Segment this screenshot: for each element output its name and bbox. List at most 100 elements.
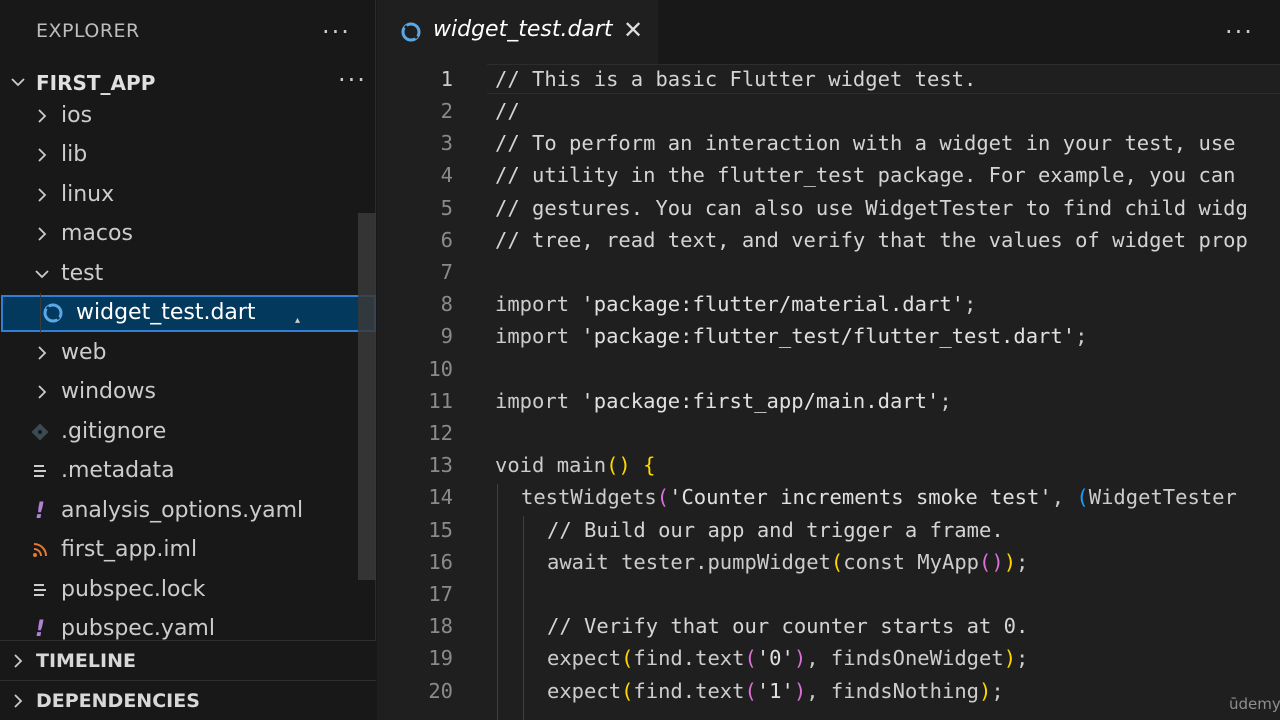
mouse-cursor-icon: ▴	[295, 315, 301, 326]
code-line-3: // To perform an interaction with a widg…	[495, 131, 1236, 155]
comment: // This is a basic Flutter widget test.	[495, 67, 977, 91]
tree-item-label: ios	[61, 103, 93, 128]
tree-item-windows[interactable]: windows	[0, 374, 358, 411]
tree-item-label: widget_test.dart	[76, 300, 256, 325]
code-line-1: // This is a basic Flutter widget test.	[495, 67, 976, 91]
tree-item-test[interactable]: test	[0, 256, 358, 293]
string-literal: 'package:flutter/material.dart'	[581, 292, 965, 316]
tree-item-analysis-options[interactable]: ! analysis_options.yaml	[0, 493, 358, 530]
code-line-11: import 'package:first_app/main.dart';	[495, 389, 952, 413]
tree-item-label: linux	[61, 182, 115, 207]
chevron-right-icon	[14, 694, 23, 708]
code-line-13: void main() {	[495, 453, 656, 477]
sidebar-scrollbar[interactable]	[358, 213, 376, 580]
keyword: import	[495, 389, 570, 413]
code-line-9: import 'package:flutter_test/flutter_tes…	[495, 324, 1088, 348]
code-editor[interactable]: 1 2 3 4 5 6 7 8 9 10 11 12 13 14 15 16 1…	[377, 64, 1280, 720]
code-line-6: // tree, read text, and verify that the …	[495, 228, 1248, 252]
tree-item-linux[interactable]: linux	[0, 177, 358, 214]
function-call: text	[695, 679, 745, 703]
function-call: text	[695, 646, 745, 670]
ellipsis-icon[interactable]: ···	[1225, 20, 1254, 44]
tree-item-lib[interactable]: lib	[0, 137, 358, 174]
variable: tester	[621, 550, 696, 574]
tab-widget-test-dart[interactable]: widget_test.dart ✕	[377, 0, 658, 64]
line-number: 16	[428, 550, 453, 574]
line-number: 11	[428, 389, 453, 413]
tree-item-label: pubspec.yaml	[61, 616, 215, 641]
tree-item-ios[interactable]: ios	[0, 98, 358, 135]
exclamation-icon: !	[34, 498, 46, 524]
timeline-panel-header[interactable]: TIMELINE	[0, 640, 376, 680]
tree-item-label: macos	[61, 221, 133, 246]
ellipsis-icon[interactable]: ···	[322, 20, 351, 44]
tab-bar: widget_test.dart ✕ ···	[377, 0, 1280, 64]
tree-item-web[interactable]: web	[0, 335, 358, 372]
exclamation-icon: !	[34, 616, 46, 642]
chevron-right-icon	[38, 109, 47, 123]
line-number: 15	[428, 518, 453, 542]
tree-item-pubspec-lock[interactable]: pubspec.lock	[0, 572, 358, 609]
indent-guide	[497, 484, 498, 720]
line-number: 18	[428, 614, 453, 638]
comment: // Verify that our counter starts at 0.	[547, 614, 1029, 638]
code-line-20: expect(find.text('1'), findsNothing);	[547, 679, 1004, 703]
tree-item-label: analysis_options.yaml	[61, 498, 304, 523]
line-number: 14	[428, 485, 453, 509]
function-name: main	[556, 453, 607, 477]
chevron-down-icon	[11, 78, 25, 87]
keyword: import	[495, 324, 570, 348]
line-number: 8	[440, 292, 453, 316]
dart-icon	[43, 301, 63, 325]
tree-item-metadata[interactable]: .metadata	[0, 453, 358, 490]
constant: findsNothing	[830, 679, 980, 703]
editor-area: widget_test.dart ✕ ··· 1 2 3 4 5 6 7 8 9…	[377, 0, 1280, 720]
ellipsis-icon[interactable]: ···	[338, 68, 367, 92]
tree-item-label: windows	[61, 379, 156, 404]
function-call: expect	[547, 646, 622, 670]
comment: // utility in the flutter_test package. …	[495, 163, 1236, 187]
tree-item-label: test	[61, 261, 104, 286]
code-line-14: testWidgets('Counter increments smoke te…	[521, 485, 1237, 509]
explorer-title: EXPLORER	[36, 20, 140, 42]
tree-item-label: pubspec.lock	[61, 577, 206, 602]
line-number: 19	[428, 646, 453, 670]
string-literal: 'Counter increments smoke test'	[669, 485, 1052, 509]
close-icon[interactable]: ✕	[623, 18, 643, 42]
udemy-watermark: ūdemy	[1229, 695, 1280, 713]
dependencies-panel-header[interactable]: DEPENDENCIES	[0, 680, 376, 720]
dart-icon	[401, 22, 421, 42]
variable: find	[633, 646, 683, 670]
line-number: 10	[428, 357, 453, 381]
panel-title: TIMELINE	[36, 650, 136, 672]
constant: findsOneWidget	[830, 646, 1004, 670]
line-number: 3	[440, 131, 453, 155]
line-number: 4	[440, 163, 453, 187]
explorer-sidebar: EXPLORER ··· FIRST_APP ··· ios lib linux…	[0, 0, 376, 720]
code-line-16: await tester.pumpWidget(const MyApp());	[547, 550, 1029, 574]
keyword: await	[547, 550, 609, 574]
line-number: 13	[428, 453, 453, 477]
workspace-folder-header[interactable]: FIRST_APP ···	[0, 62, 376, 102]
panel-title: DEPENDENCIES	[36, 690, 200, 712]
type-name: MyApp	[917, 550, 980, 574]
tree-item-macos[interactable]: macos	[0, 216, 358, 253]
chevron-down-icon	[35, 270, 49, 279]
comment: // gestures. You can also use WidgetTest…	[495, 196, 1248, 220]
line-number: 2	[440, 99, 453, 123]
tab-label: widget_test.dart	[433, 17, 613, 42]
chevron-right-icon	[38, 346, 47, 360]
comment: // To perform an interaction with a widg…	[495, 131, 1236, 155]
tree-item-widget-test-dart[interactable]: widget_test.dart ▴	[1, 295, 376, 332]
chevron-right-icon	[38, 227, 47, 241]
line-number: 12	[428, 421, 453, 445]
chevron-right-icon	[38, 188, 47, 202]
indent-guide	[40, 293, 41, 333]
code-line-8: import 'package:flutter/material.dart';	[495, 292, 977, 316]
tree-item-gitignore[interactable]: .gitignore	[0, 414, 358, 451]
string-literal: 'package:flutter_test/flutter_test.dart'	[581, 324, 1076, 348]
git-icon	[30, 420, 50, 444]
comment: // tree, read text, and verify that the …	[495, 228, 1248, 252]
code-line-5: // gestures. You can also use WidgetTest…	[495, 196, 1248, 220]
tree-item-first-app-iml[interactable]: first_app.iml	[0, 532, 358, 569]
